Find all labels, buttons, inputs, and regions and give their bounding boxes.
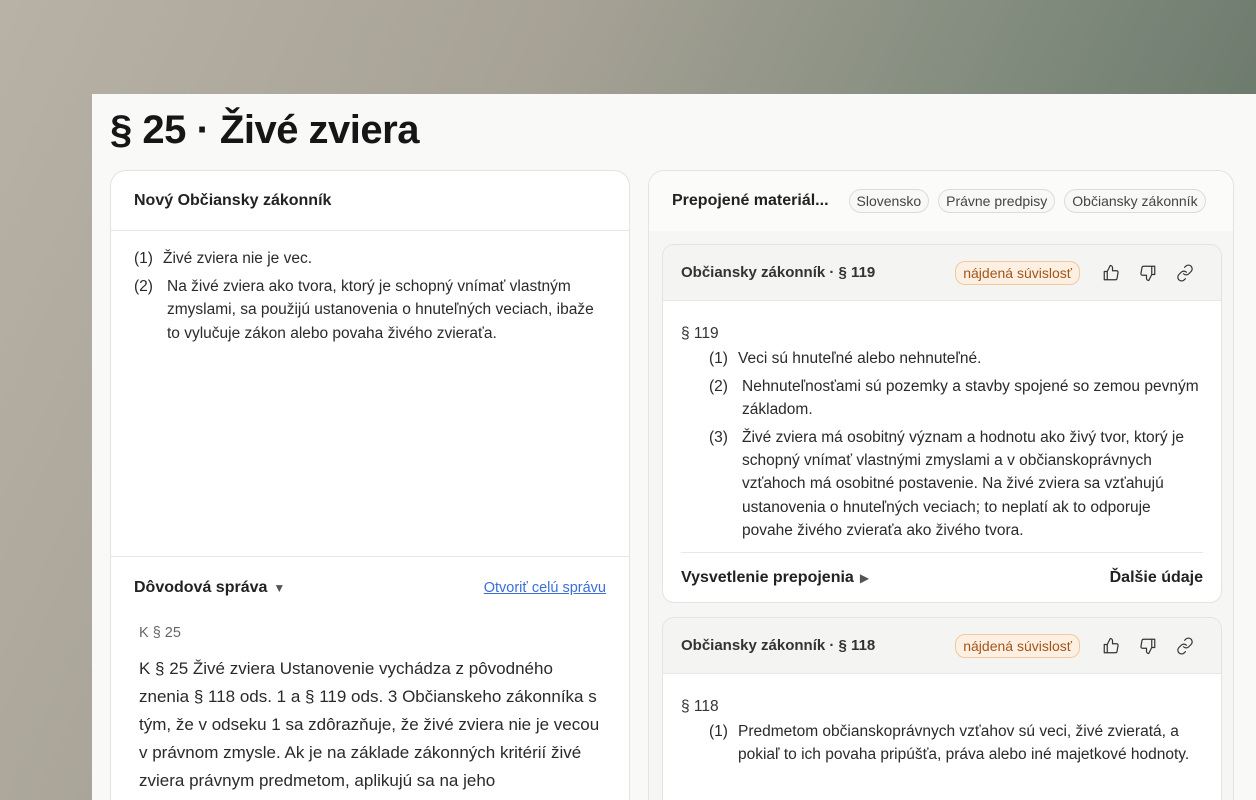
link-icon[interactable] bbox=[1166, 263, 1203, 282]
filter-tag-type[interactable]: Právne predpisy bbox=[938, 189, 1056, 213]
paragraph-number: (1) bbox=[134, 250, 153, 267]
report-header: Dôvodová správa ▼ Otvoriť celú správu bbox=[111, 557, 629, 619]
filter-tag-code[interactable]: Občiansky zákonník bbox=[1064, 189, 1206, 213]
thumbs-down-icon[interactable] bbox=[1129, 637, 1166, 655]
law-paragraph: (2) Na živé zviera ako tvora, ktorý je s… bbox=[134, 275, 606, 346]
law-panel-header: Nový Občiansky zákonník bbox=[111, 171, 629, 231]
report-reference: K § 25 bbox=[139, 625, 181, 641]
report-toggle[interactable]: Dôvodová správa ▼ bbox=[134, 579, 285, 597]
linked-materials-title: Prepojené materiál... bbox=[672, 192, 829, 209]
paragraph-number: (1) bbox=[709, 350, 728, 367]
law-text-panel: Nový Občiansky zákonník (1) Živé zviera … bbox=[110, 170, 630, 800]
law-paragraph: (1) Veci sú hnuteľné alebo nehnuteľné. bbox=[681, 347, 1203, 370]
triangle-down-icon: ▼ bbox=[273, 581, 286, 595]
linked-card: Občiansky zákonník · § 118 nájdená súvis… bbox=[662, 617, 1222, 800]
section-label: § 118 bbox=[681, 698, 719, 715]
link-icon[interactable] bbox=[1166, 636, 1203, 655]
paragraph-number: (2) bbox=[134, 277, 153, 295]
filter-tag-country[interactable]: Slovensko bbox=[848, 189, 930, 213]
law-paragraph: (3) Živé zviera má osobitný význam a hod… bbox=[681, 426, 1203, 542]
open-full-report-link[interactable]: Otvoriť celú správu bbox=[484, 580, 606, 596]
paragraph-text: Nehnuteľnosťami sú pozemky a stavby spoj… bbox=[742, 377, 1199, 419]
law-paragraph: (1) Živé zviera nie je vec. bbox=[134, 247, 606, 271]
report-title: Dôvodová správa bbox=[134, 579, 268, 596]
more-details-button[interactable]: Ďalšie údaje bbox=[1110, 569, 1203, 587]
law-paragraph: (1) Predmetom občianskoprávnych vzťahov … bbox=[681, 720, 1203, 767]
explain-connection-toggle[interactable]: Vysvetlenie prepojenia ▶ bbox=[681, 569, 869, 587]
page-title: § 25 · Živé zviera bbox=[110, 108, 419, 152]
paragraph-number: (2) bbox=[709, 377, 728, 395]
linked-materials-panel: Prepojené materiál... Slovensko Právne p… bbox=[648, 170, 1234, 800]
report-body: K § 25 K § 25 Živé zviera Ustanovenie vy… bbox=[111, 619, 629, 799]
explain-connection-label: Vysvetlenie prepojenia bbox=[681, 568, 854, 586]
paragraph-text: Živé zviera nie je vec. bbox=[163, 250, 313, 267]
relation-badge: nájdená súvislosť bbox=[955, 260, 1080, 285]
paragraph-number: (3) bbox=[709, 428, 728, 446]
paragraph-text: Na živé zviera ako tvora, ktorý je schop… bbox=[167, 277, 594, 342]
linked-materials-header: Prepojené materiál... Slovensko Právne p… bbox=[649, 171, 1233, 231]
law-paragraph: (2) Nehnuteľnosťami sú pozemky a stavby … bbox=[681, 375, 1203, 422]
triangle-right-icon: ▶ bbox=[859, 570, 870, 585]
law-paragraphs: (1) Živé zviera nie je vec. (2) Na živé … bbox=[111, 231, 629, 557]
card-body: § 118 (1) Predmetom občianskoprávnych vz… bbox=[663, 674, 1221, 767]
card-header: Občiansky zákonník · § 119 nájdená súvis… bbox=[663, 245, 1221, 301]
paragraph-number: (1) bbox=[709, 723, 728, 740]
card-body: § 119 (1) Veci sú hnuteľné alebo nehnute… bbox=[663, 301, 1221, 602]
app-window: § 25 · Živé zviera Nový Občiansky zákonn… bbox=[92, 94, 1256, 800]
thumbs-down-icon[interactable] bbox=[1129, 264, 1166, 282]
thumbs-up-icon[interactable] bbox=[1092, 637, 1129, 655]
paragraph-text: Živé zviera má osobitný význam a hodnotu… bbox=[742, 428, 1184, 540]
paragraph-text: Veci sú hnuteľné alebo nehnuteľné. bbox=[738, 350, 982, 367]
card-header: Občiansky zákonník · § 118 nájdená súvis… bbox=[663, 618, 1221, 674]
section-label: § 119 bbox=[681, 325, 719, 342]
card-title[interactable]: Občiansky zákonník · § 118 bbox=[681, 637, 955, 654]
linked-card: Občiansky zákonník · § 119 nájdená súvis… bbox=[662, 244, 1222, 604]
card-title[interactable]: Občiansky zákonník · § 119 bbox=[681, 264, 955, 281]
relation-badge: nájdená súvislosť bbox=[955, 633, 1080, 658]
paragraph-text: Predmetom občianskoprávnych vzťahov sú v… bbox=[738, 723, 1190, 764]
card-footer: Vysvetlenie prepojenia ▶ Ďalšie údaje bbox=[681, 552, 1203, 602]
thumbs-up-icon[interactable] bbox=[1092, 264, 1129, 282]
report-text: K § 25 Živé zviera Ustanovenie vychádza … bbox=[139, 659, 600, 790]
